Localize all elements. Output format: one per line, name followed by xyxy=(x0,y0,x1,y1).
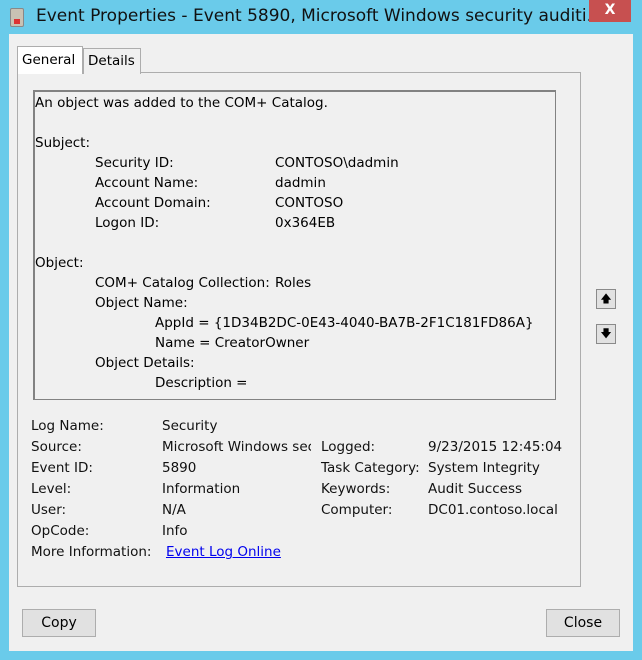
subject-heading: Subject: xyxy=(35,135,91,151)
previous-event-button[interactable]: 🡅 xyxy=(596,289,616,309)
source-label: Source: xyxy=(31,439,82,455)
level-label: Level: xyxy=(31,481,72,497)
event-id-label: Event ID: xyxy=(31,460,93,476)
subject-label: Logon ID: xyxy=(95,215,160,231)
keywords-value: Audit Success xyxy=(428,481,523,497)
task-category-value: System Integrity xyxy=(428,460,540,476)
arrow-down-icon: 🡇 xyxy=(600,327,612,340)
opcode-value: Info xyxy=(162,523,188,539)
tab-details[interactable]: Details xyxy=(83,48,141,74)
copy-button[interactable]: Copy xyxy=(22,609,96,637)
subject-label: Account Domain: xyxy=(95,195,211,211)
event-id-value: 5890 xyxy=(162,460,197,476)
collection-value: Roles xyxy=(275,275,312,291)
event-log-online-link[interactable]: Event Log Online xyxy=(166,544,281,560)
object-name-label: Object Name: xyxy=(95,295,188,311)
task-category-label: Task Category: xyxy=(321,460,420,476)
appid-line: AppId = {1D34B2DC-0E43-4040-BA7B-2F1C181… xyxy=(155,315,534,331)
keywords-label: Keywords: xyxy=(321,481,391,497)
tab-general[interactable]: General xyxy=(17,46,83,74)
more-info-label: More Information: xyxy=(31,544,152,560)
name-line: Name = CreatorOwner xyxy=(155,335,310,351)
source-value: Microsoft Windows sec xyxy=(162,439,311,455)
log-name-value: Security xyxy=(162,418,218,434)
subject-label: Security ID: xyxy=(95,155,174,171)
window-title: Event Properties - Event 5890, Microsoft… xyxy=(36,6,603,26)
subject-value: CONTOSO\dadmin xyxy=(275,155,399,171)
opcode-label: OpCode: xyxy=(31,523,90,539)
logged-value: 9/23/2015 12:45:04 I xyxy=(428,439,563,455)
user-label: User: xyxy=(31,502,67,518)
subject-value: dadmin xyxy=(275,175,326,191)
subject-value: CONTOSO xyxy=(275,195,344,211)
close-window-button[interactable]: X xyxy=(589,0,631,22)
event-description-box[interactable] xyxy=(33,90,556,400)
object-details-label: Object Details: xyxy=(95,355,195,371)
description-summary: An object was added to the COM+ Catalog. xyxy=(35,95,328,111)
computer-value: DC01.contoso.local xyxy=(428,502,558,518)
log-name-label: Log Name: xyxy=(31,418,104,434)
title-bar[interactable]: Event Properties - Event 5890, Microsoft… xyxy=(0,0,642,34)
collection-label: COM+ Catalog Collection: xyxy=(95,275,270,291)
subject-label: Account Name: xyxy=(95,175,199,191)
user-value: N/A xyxy=(162,502,186,518)
description-line: Description = xyxy=(155,375,248,391)
event-viewer-icon xyxy=(10,8,24,27)
arrow-up-icon: 🡅 xyxy=(600,292,612,305)
logged-label: Logged: xyxy=(321,439,376,455)
object-heading: Object: xyxy=(35,255,84,271)
computer-label: Computer: xyxy=(321,502,393,518)
close-button[interactable]: Close xyxy=(546,609,620,637)
level-value: Information xyxy=(162,481,241,497)
next-event-button[interactable]: 🡇 xyxy=(596,324,616,344)
subject-value: 0x364EB xyxy=(275,215,336,231)
